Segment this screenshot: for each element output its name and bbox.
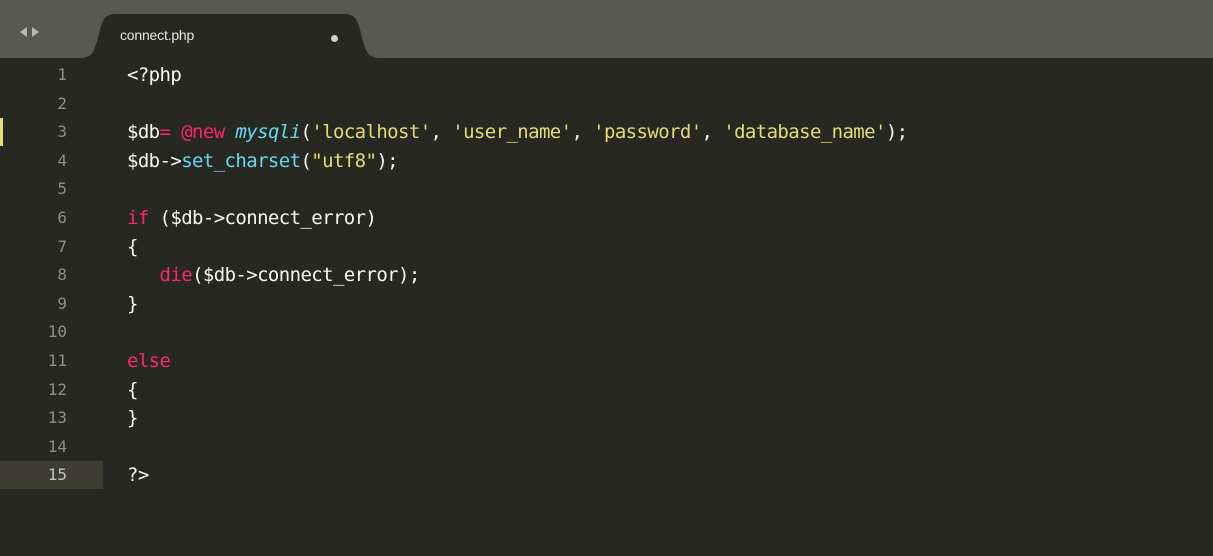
code-text[interactable]: } <box>127 404 138 432</box>
code-line[interactable]: 13} <box>0 404 1213 432</box>
code-token: { <box>127 235 138 258</box>
code-text[interactable]: ?> <box>127 461 149 489</box>
code-line[interactable]: 2 <box>0 90 1213 118</box>
code-token: 'password' <box>593 121 702 144</box>
code-token: die <box>159 264 193 287</box>
code-token: else <box>127 350 171 372</box>
code-token: ); <box>376 149 399 172</box>
code-token: ); <box>885 121 908 144</box>
code-line[interactable]: 10 <box>0 318 1213 346</box>
code-token: @new <box>181 121 225 144</box>
code-text[interactable]: $db= @new mysqli('localhost', 'user_name… <box>127 118 908 146</box>
code-line[interactable]: 4 $db->set_charset("utf8"); <box>0 147 1213 175</box>
code-token: "utf8" <box>311 149 377 172</box>
code-token: , <box>571 121 594 144</box>
code-line[interactable]: 15 ?> <box>0 461 1213 490</box>
code-line[interactable]: 9} <box>0 290 1213 318</box>
code-token: $db <box>127 121 160 144</box>
code-text[interactable]: { <box>127 376 138 404</box>
code-token: 'localhost' <box>311 121 431 144</box>
code-token: ($db->connect_error); <box>192 264 420 287</box>
code-token: set_charset <box>181 149 301 172</box>
tab-nav-arrows[interactable] <box>20 22 60 42</box>
code-text[interactable]: { <box>127 233 138 261</box>
code-token: $db-> <box>127 149 182 172</box>
code-token: { <box>127 378 138 401</box>
tab-filename: connect.php <box>120 27 195 43</box>
code-text[interactable]: if ($db->connect_error) <box>127 204 377 232</box>
code-token: ($db->connect_error) <box>148 207 377 229</box>
code-line[interactable]: 8 die($db->connect_error); <box>0 261 1213 289</box>
code-line[interactable]: 6 if ($db->connect_error) <box>0 204 1213 232</box>
code-line[interactable]: 14 <box>0 433 1213 461</box>
code-line[interactable]: 1 <?php <box>0 61 1213 89</box>
chevron-right-icon[interactable] <box>32 27 39 37</box>
unsaved-dot-icon[interactable] <box>331 35 338 42</box>
line-number: 6 <box>57 208 67 227</box>
code-text[interactable]: else <box>127 347 171 375</box>
line-number: 4 <box>57 150 67 170</box>
code-token: , <box>430 121 453 144</box>
code-token: ( <box>300 121 312 144</box>
line-number: 2 <box>57 93 67 113</box>
code-token: 'database_name' <box>723 121 886 144</box>
code-line[interactable]: 12 { <box>0 376 1213 404</box>
code-token: , <box>701 121 724 144</box>
tab-connect-php[interactable]: connect.php <box>80 14 380 58</box>
code-token: if <box>127 207 149 229</box>
code-token: <?php <box>127 64 182 86</box>
code-text[interactable]: die($db->connect_error); <box>127 261 421 289</box>
code-token: } <box>127 407 138 430</box>
code-token: = <box>159 121 171 144</box>
code-line[interactable]: 5 <box>0 175 1213 203</box>
line-number: 10 <box>47 322 67 342</box>
code-text[interactable]: $db->set_charset("utf8"); <box>127 147 399 175</box>
editor-window: connect.php 1 <?php 2 3 $db= @new mysqli('lo… <box>0 0 1213 556</box>
line-number: 11 <box>47 351 67 370</box>
chevron-left-icon[interactable] <box>20 27 27 37</box>
line-number: 13 <box>47 408 67 428</box>
code-text[interactable]: <?php <box>127 61 182 89</box>
tab-bar: connect.php <box>0 0 1213 58</box>
code-line[interactable]: 3 $db= @new mysqli('localhost', 'user_nam… <box>0 118 1213 147</box>
line-number: 12 <box>47 379 67 399</box>
code-token: mysqli <box>235 121 301 144</box>
code-text[interactable]: } <box>127 290 138 318</box>
line-number: 3 <box>57 122 67 142</box>
line-number: 9 <box>57 293 67 313</box>
code-token: ?> <box>127 464 149 487</box>
code-editor[interactable]: 1 <?php 2 3 $db= @new mysqli('localhost', 'u… <box>0 58 1213 556</box>
code-token: 'user_name' <box>452 121 572 144</box>
line-number: 1 <box>57 65 67 84</box>
code-token: } <box>127 292 138 315</box>
line-number: 15 <box>47 465 67 485</box>
line-number: 5 <box>57 179 67 199</box>
line-number: 8 <box>57 265 67 285</box>
line-number: 14 <box>47 436 67 456</box>
code-token: ( <box>300 149 312 172</box>
line-number: 7 <box>57 236 67 256</box>
code-line[interactable]: 11 else <box>0 347 1213 375</box>
code-line[interactable]: 7{ <box>0 233 1213 261</box>
